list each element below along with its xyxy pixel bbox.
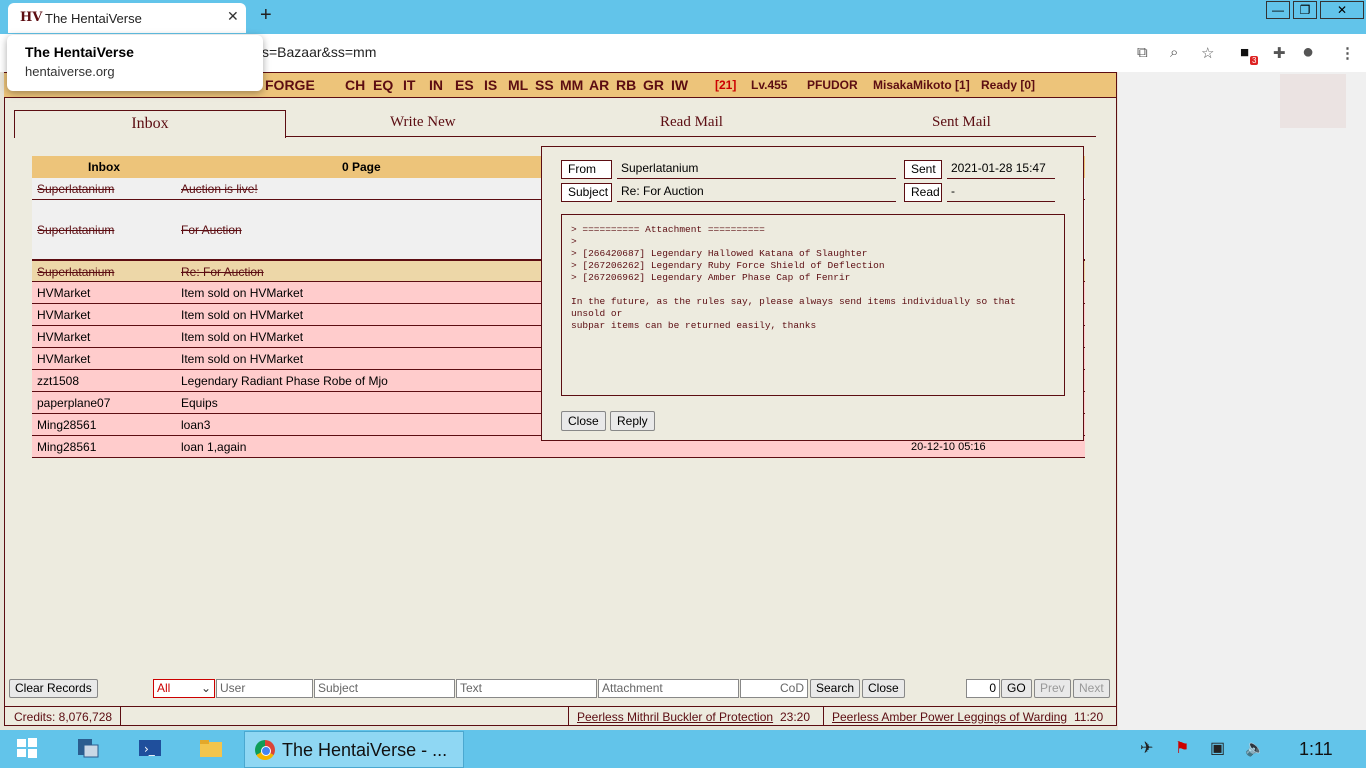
taskbar-clock[interactable]: 1:11: [1299, 739, 1333, 760]
hover-card-domain: hentaiverse.org: [25, 64, 115, 79]
minimize-icon[interactable]: —: [1266, 1, 1290, 19]
clear-records-button[interactable]: Clear Records: [9, 679, 98, 698]
player-name[interactable]: MisakaMikoto [1]: [873, 78, 970, 92]
close-button[interactable]: Close: [561, 411, 606, 431]
bookmark-star-icon[interactable]: ☆: [1201, 44, 1214, 62]
ready-status[interactable]: Ready [0]: [981, 78, 1035, 92]
tab-read-mail[interactable]: Read Mail: [660, 114, 723, 131]
header-page: 0 Page: [342, 160, 381, 174]
menu-dots-icon[interactable]: ⋮: [1340, 44, 1355, 62]
auction-item-time: 23:20: [780, 710, 811, 724]
menu-ss[interactable]: SS: [535, 77, 554, 93]
menu-it[interactable]: IT: [403, 77, 415, 93]
mail-body[interactable]: > ========== Attachment ========== > > […: [561, 214, 1065, 396]
volume-muted-icon[interactable]: 🔈: [1245, 738, 1265, 758]
status-bar: Credits: 8,076,728 Peerless Mithril Buck…: [4, 706, 1117, 726]
counter-badge: [21]: [715, 78, 737, 92]
taskbar-chrome-button[interactable]: The HentaiVerse - ...: [244, 731, 464, 768]
text-input[interactable]: Text: [456, 679, 597, 698]
row-date: 20-12-10 05:16: [911, 441, 986, 453]
credits-text: Credits: 8,076,728: [14, 710, 113, 724]
translate-icon[interactable]: ⧉: [1137, 44, 1148, 61]
user-input[interactable]: User: [216, 679, 313, 698]
page-input[interactable]: 0: [966, 679, 1000, 698]
search-button[interactable]: Search: [810, 679, 861, 698]
auction-item-time: 11:20: [1074, 710, 1104, 724]
auction-item-link[interactable]: Peerless Amber Power Leggings of Warding: [832, 710, 1067, 724]
read-field: -: [947, 183, 1055, 202]
puzzle-icon[interactable]: ✚: [1273, 44, 1286, 62]
menu-mm[interactable]: MM: [560, 77, 583, 93]
tab-sent-mail[interactable]: Sent Mail: [932, 114, 991, 131]
tab-hover-card: The HentaiVerse hentaiverse.org: [7, 35, 263, 91]
window-close-icon[interactable]: ✕: [1320, 1, 1364, 19]
from-label: From: [561, 160, 612, 179]
server-manager-icon[interactable]: [74, 737, 100, 759]
profile-icon[interactable]: ●: [1302, 41, 1314, 64]
menu-in[interactable]: IN: [429, 77, 443, 93]
search-close-button[interactable]: Close: [862, 679, 905, 698]
prev-button[interactable]: Prev: [1034, 679, 1071, 698]
url-text[interactable]: s=Bazaar&ss=mm: [262, 44, 376, 60]
menu-is[interactable]: IS: [484, 77, 497, 93]
svg-text:›_: ›_: [144, 742, 156, 756]
hv-favicon-icon: HV: [20, 10, 43, 25]
mail-view-modal: From Superlatanium Sent 2021-01-28 15:47…: [541, 146, 1084, 441]
reply-button[interactable]: Reply: [610, 411, 655, 431]
file-explorer-icon[interactable]: [198, 737, 224, 759]
subject-input[interactable]: Subject: [314, 679, 455, 698]
new-tab-icon[interactable]: +: [260, 4, 272, 27]
page-margin: [1118, 72, 1366, 730]
tab-title: The HentaiVerse: [45, 11, 142, 26]
tab-close-icon[interactable]: ✕: [227, 8, 239, 25]
auction-item-link[interactable]: Peerless Mithril Buckler of Protection: [577, 710, 773, 724]
filter-selected: All: [157, 681, 171, 695]
next-button[interactable]: Next: [1073, 679, 1110, 698]
menu-rb[interactable]: RB: [616, 77, 636, 93]
restore-icon[interactable]: ❐: [1293, 1, 1317, 19]
extension-icon[interactable]: ■: [1240, 44, 1249, 61]
menu-iw[interactable]: IW: [671, 77, 688, 93]
header-inbox: Inbox: [88, 160, 120, 174]
powershell-icon[interactable]: ›_: [137, 737, 163, 759]
browser-tab[interactable]: HV The HentaiVerse ✕: [8, 3, 246, 33]
network-status-icon[interactable]: ▣: [1210, 738, 1225, 758]
taskbar-chrome-label: The HentaiVerse - ...: [282, 740, 448, 760]
read-label: Read: [904, 183, 942, 202]
attachment-input[interactable]: Attachment: [598, 679, 739, 698]
cod-input[interactable]: CoD: [740, 679, 808, 698]
difficulty-text[interactable]: PFUDOR: [807, 78, 858, 92]
go-button[interactable]: GO: [1001, 679, 1032, 698]
sent-label: Sent: [904, 160, 942, 179]
menu-es[interactable]: ES: [455, 77, 474, 93]
subject-field: Re: For Auction: [617, 183, 896, 202]
taskbar: ›_: [0, 730, 1366, 768]
hover-card-title: The HentaiVerse: [25, 44, 134, 60]
network-icon[interactable]: ✈: [1140, 738, 1153, 758]
zoom-icon[interactable]: ⌕: [1170, 44, 1178, 61]
sent-field: 2021-01-28 15:47: [947, 160, 1055, 179]
menu-ml[interactable]: ML: [508, 77, 528, 93]
filter-select[interactable]: All ⌄: [153, 679, 215, 698]
chrome-icon: [255, 740, 275, 760]
from-field: Superlatanium: [617, 160, 896, 179]
menu-ar[interactable]: AR: [589, 77, 609, 93]
tab-inbox[interactable]: Inbox: [14, 110, 286, 138]
menu-forge[interactable]: FORGE: [265, 77, 315, 93]
windows-start-icon[interactable]: [16, 737, 42, 759]
extension-badge: 3: [1250, 56, 1259, 65]
chevron-down-icon: ⌄: [200, 681, 211, 695]
action-center-flag-icon[interactable]: ⚑: [1175, 738, 1189, 758]
tab-write-new[interactable]: Write New: [390, 114, 456, 131]
level-text: Lv.455: [751, 78, 788, 92]
subject-label: Subject: [561, 183, 612, 202]
menu-gr[interactable]: GR: [643, 77, 664, 93]
menu-eq[interactable]: EQ: [373, 77, 393, 93]
menu-ch[interactable]: CH: [345, 77, 365, 93]
